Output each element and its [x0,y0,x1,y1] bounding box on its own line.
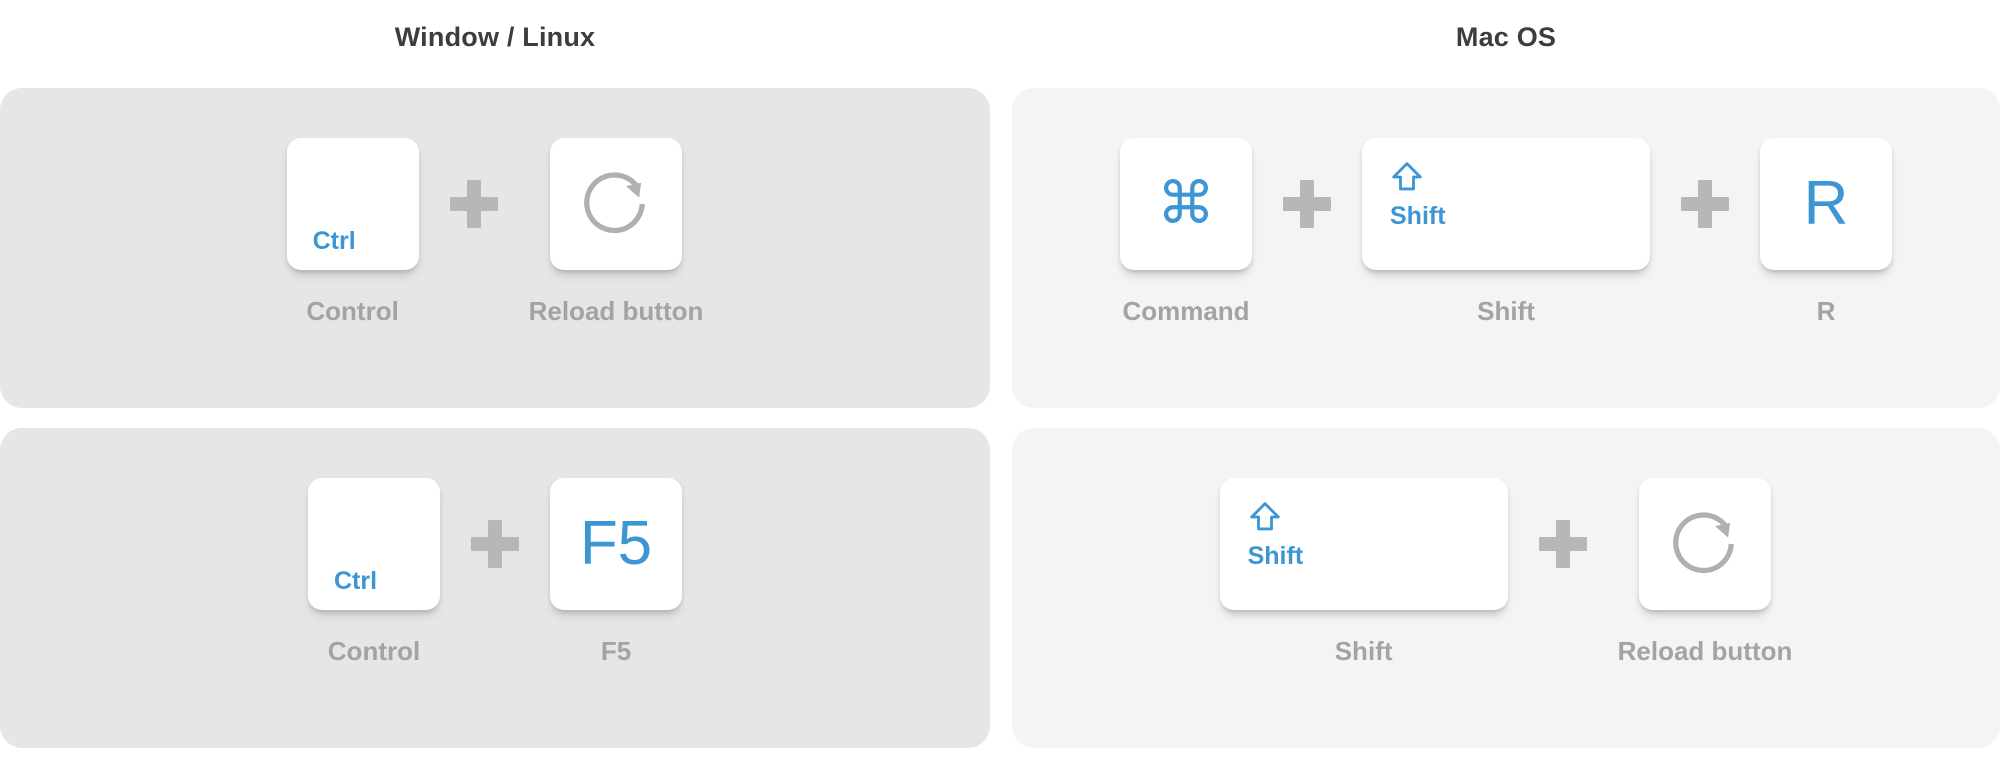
key-caption: Control [327,636,421,666]
plus-separator [419,138,529,270]
plus-icon [449,180,498,228]
plus-icon [471,520,519,568]
keycap-f5[interactable]: F5 [550,478,682,610]
reload-icon [584,172,645,234]
key-caption: Command [1122,296,1250,326]
panel-macos-row2: Shift Shift Reload button [1012,428,2000,748]
column-title-macos: Mac OS [1455,22,1557,52]
shortcut-combo-windows-2: Ctrl Control F5 F5 [0,478,990,667]
plus-separator [1508,478,1618,610]
key-caption: Shift [1334,636,1393,666]
shortcut-combo-macos-2: Shift Shift Reload button [1012,478,2000,667]
shift-arrow-icon [1249,502,1280,531]
keycap-label: R [1803,169,1849,238]
panel-windows-row2: Ctrl Control F5 F5 [0,428,990,748]
plus-icon [1283,180,1331,228]
keycap-label: Shift [1390,202,1446,230]
key-slot: Ctrl Control [308,478,440,667]
key-slot: RR [1760,138,1892,327]
key-caption: R [1816,296,1836,326]
panel-windows-row1: Ctrl Control Reload button [0,88,990,408]
shift-arrow-icon [1392,162,1422,191]
keycap-control[interactable]: Ctrl [286,138,419,270]
reload-icon [1673,512,1734,574]
keycap-label: F5 [579,509,653,578]
plus-icon [1681,180,1729,228]
shortcut-combo-macos-1: ⌘ Command Shift Shift R R [1012,138,2000,327]
column-title-windows: Window / Linux [394,22,596,52]
plus-icon [1538,520,1587,568]
key-slot: ⌘ Command [1120,138,1252,327]
keycap-control[interactable]: Ctrl [308,478,440,610]
shortcut-reference-board: Window / Linux Mac OS Ctrl Control Reload … [0,0,2000,780]
plus-separator [1252,138,1362,270]
key-slot: Shift Shift [1362,138,1650,327]
key-slot: F5 F5 [550,478,682,667]
key-caption: Shift [1477,296,1535,326]
keycap-reload-button[interactable] [1638,478,1771,610]
shortcut-combo-windows-1: Ctrl Control Reload button [0,138,990,327]
keycap-shift[interactable]: Shift [1219,478,1508,610]
key-caption: Control [306,296,399,326]
keycap-label: Shift [1247,542,1304,570]
keycap-shift[interactable]: Shift [1362,138,1650,270]
keycap-label: Ctrl [334,567,378,595]
key-caption: Reload button [1617,636,1793,666]
key-caption: Reload button [528,296,704,326]
plus-separator [1650,138,1760,270]
key-slot: Shift Shift [1219,478,1508,667]
key-slot: Ctrl Control [286,138,419,327]
command-icon: ⌘ [1157,171,1215,236]
keycap-r[interactable]: R [1760,138,1892,270]
keycap-label: Ctrl [312,227,356,255]
key-caption: F5 [600,636,632,666]
plus-separator [440,478,550,610]
key-slot: Reload button [1617,478,1793,667]
keycap-command[interactable]: ⌘ [1120,138,1252,270]
keycap-reload-button[interactable] [549,138,682,270]
key-slot: Reload button [528,138,704,327]
panel-macos-row1: ⌘ Command Shift Shift R R [1012,88,2000,408]
